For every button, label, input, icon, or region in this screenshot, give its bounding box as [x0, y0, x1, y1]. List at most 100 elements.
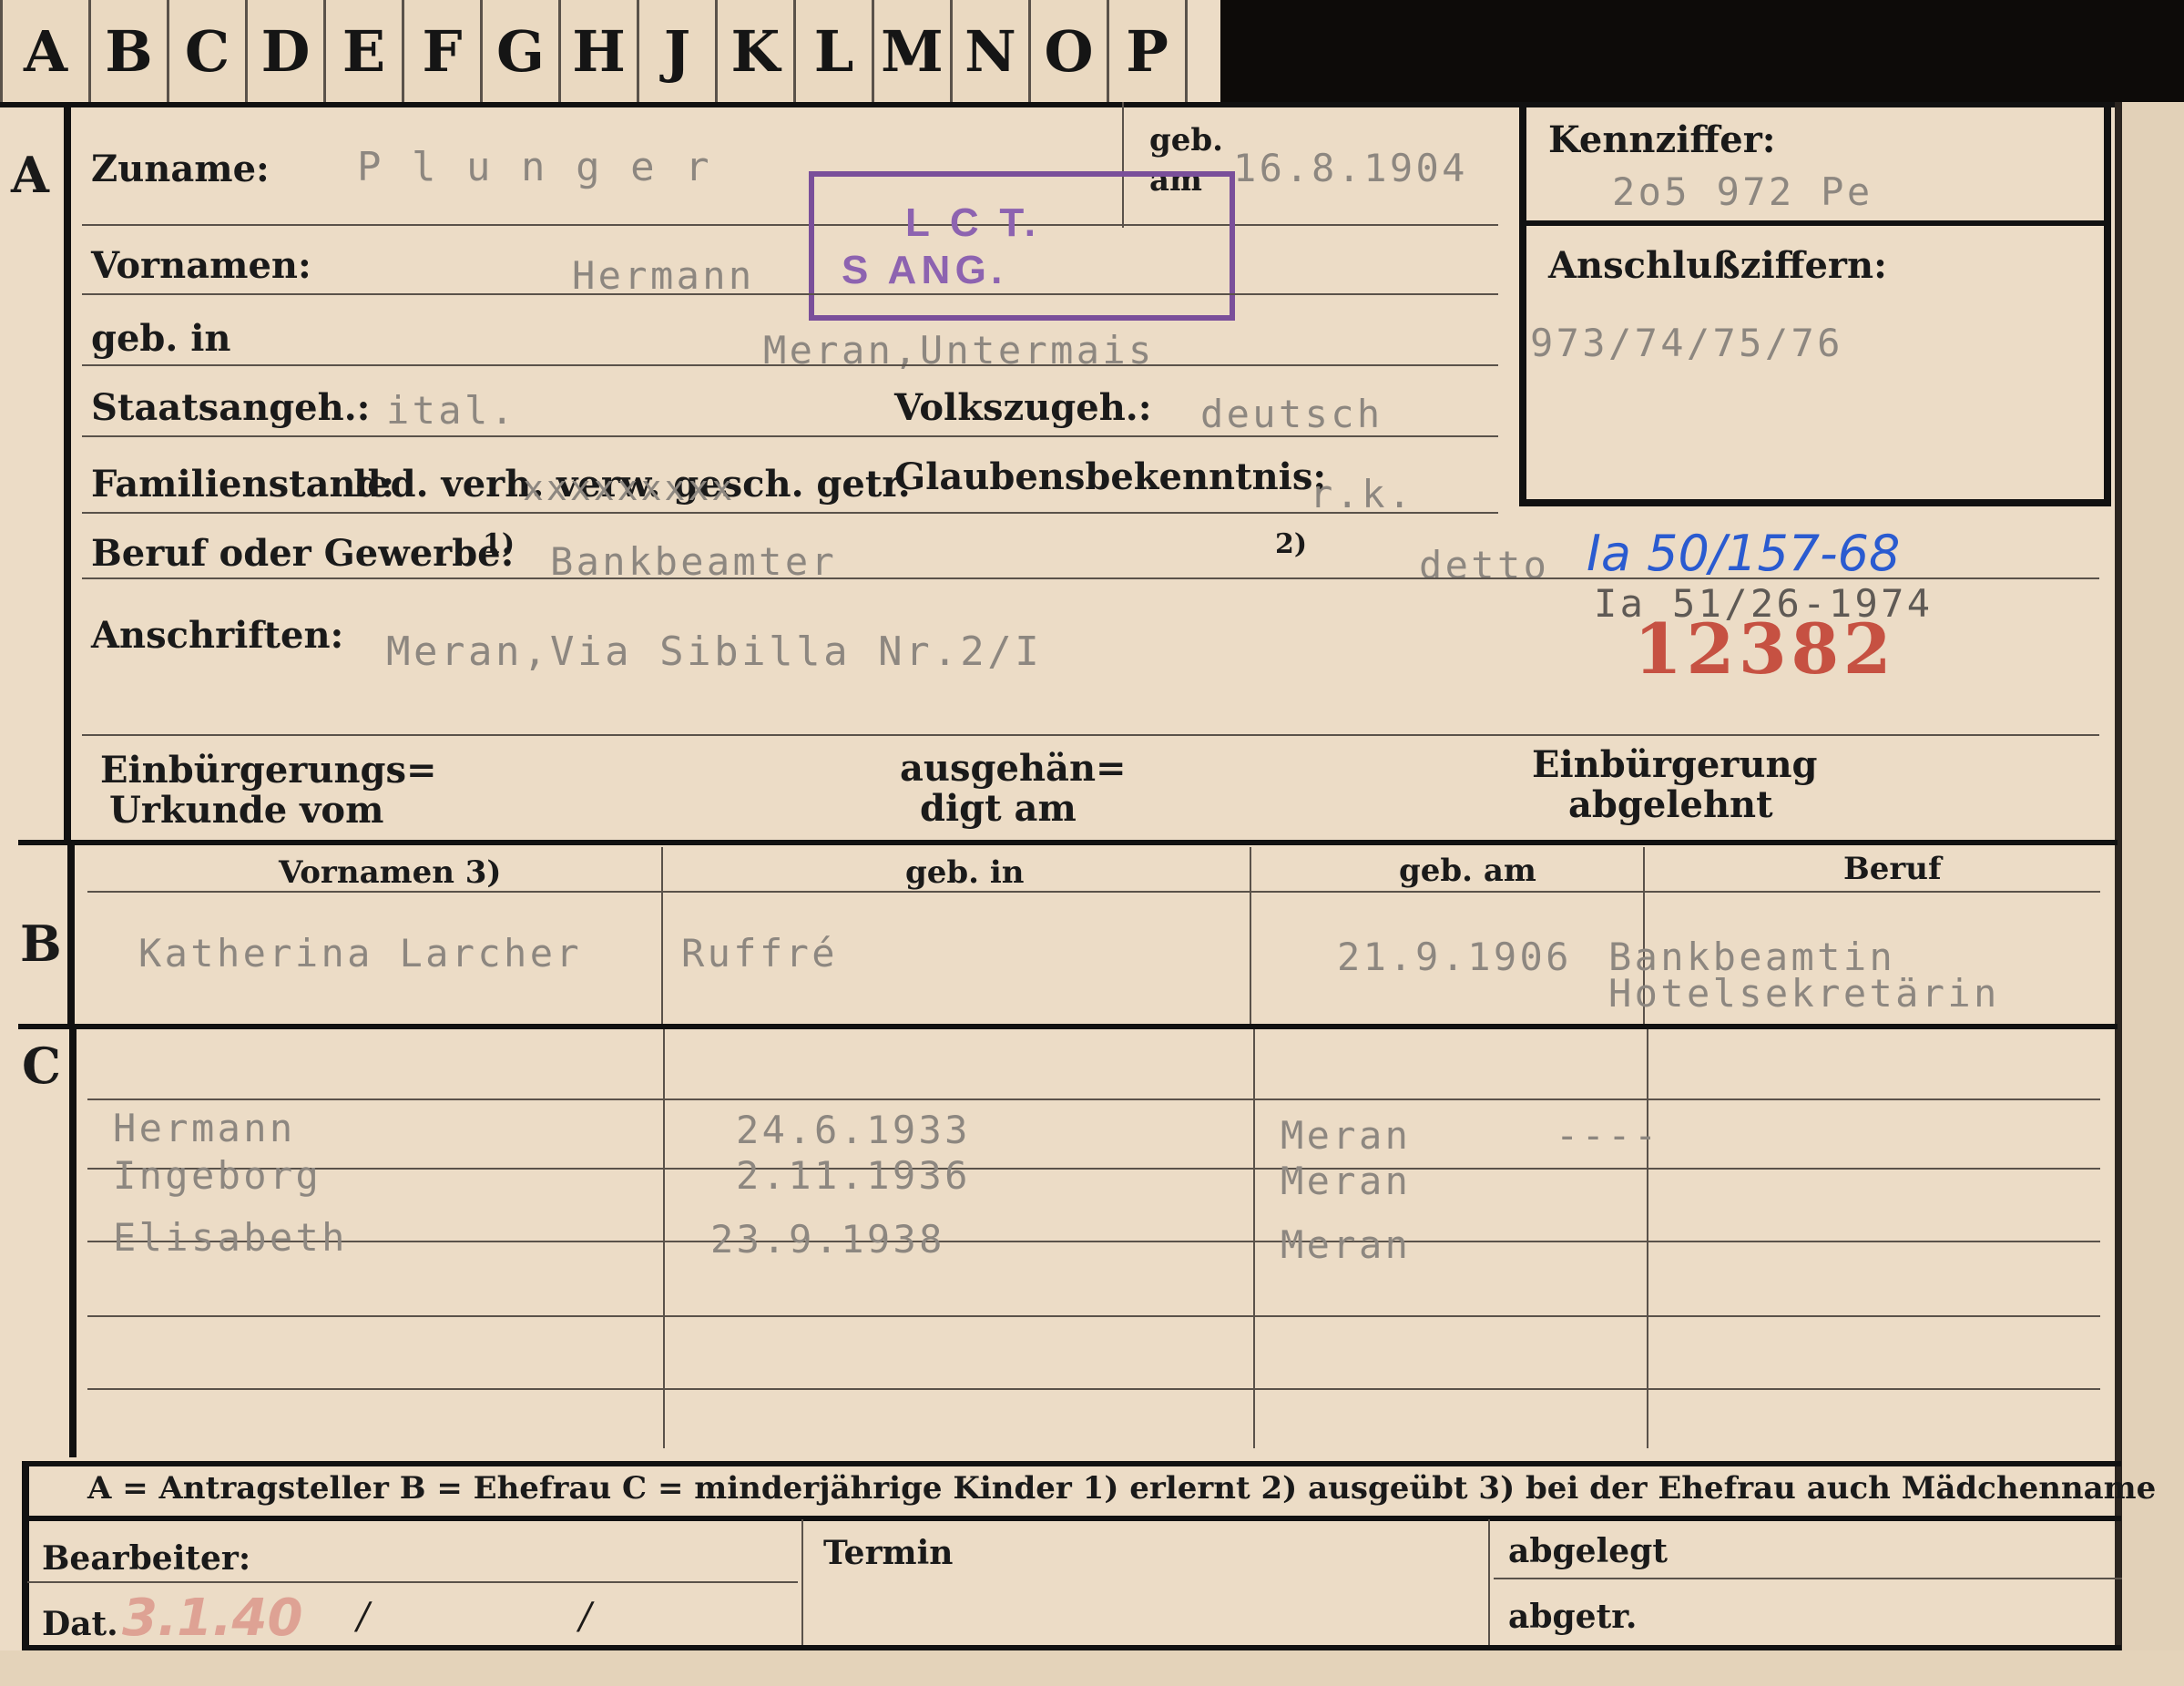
divider-b-1 [661, 847, 663, 1029]
birthplace-label: geb. in [91, 317, 231, 360]
line-row2 [82, 293, 1498, 295]
section-c-left [69, 1029, 77, 1457]
divider-c-3 [1647, 1029, 1648, 1448]
child-3-place: Meran [1281, 1222, 1412, 1267]
rejected-label-1: Einbürgerung [1532, 743, 1818, 786]
tab-letter-d[interactable]: D [248, 0, 326, 102]
date-handwritten: 3.1.40 [122, 1589, 303, 1648]
tab-letter-c[interactable]: C [169, 0, 248, 102]
child-2-place: Meran [1281, 1159, 1412, 1203]
line-row6 [82, 577, 2099, 579]
marital-overstrike: xxxxxxxxx [523, 468, 736, 508]
stamp-line-1: L C T. [905, 200, 1041, 245]
filed-label: abgelegt [1508, 1532, 1668, 1570]
connect-value: 973/74/75/76 [1530, 321, 1843, 365]
divider-b-2 [1250, 847, 1251, 1029]
processor-label: Bearbeiter: [42, 1539, 251, 1578]
surname-label: Zuname: [91, 148, 270, 190]
header-birthdate: geb. am [1399, 853, 1536, 889]
tab-letter-j[interactable]: J [639, 0, 718, 102]
citizenship-value: ital. [386, 388, 517, 433]
tab-letter-a[interactable]: A [0, 0, 91, 102]
line-c-2 [87, 1168, 2100, 1170]
header-firstname: Vornamen 3) [279, 854, 502, 891]
card-bottom-edge [0, 1650, 2184, 1686]
handed-label-2: digt am [920, 787, 1077, 830]
section-b-marker: B [20, 915, 62, 973]
footer-left [22, 1461, 29, 1652]
ethnicity-value: deutsch [1200, 392, 1383, 436]
firstname-label: Vornamen: [91, 244, 311, 287]
wife-birthdate: 21.9.1906 [1337, 935, 1572, 979]
date-label: Dat. [42, 1605, 118, 1643]
frame-left-a [64, 107, 71, 845]
child-1-name: Hermann [113, 1106, 296, 1150]
violet-stamp: L C T. S ANG. [809, 171, 1235, 321]
wife-birthplace: Ruffré [681, 931, 838, 976]
tab-letter-k[interactable]: K [718, 0, 796, 102]
line-row3 [82, 364, 1498, 366]
line-filed [1494, 1578, 2122, 1579]
section-b-left [67, 845, 75, 1027]
divider-c-1 [663, 1029, 665, 1448]
profession-label: Beruf oder Gewerbe: [91, 532, 515, 575]
tab-letter-h[interactable]: H [561, 0, 639, 102]
line-row7 [82, 734, 2099, 736]
tab-letter-g[interactable]: G [483, 0, 561, 102]
tab-letter-p[interactable]: P [1109, 0, 1188, 102]
footer-divider-1 [801, 1519, 803, 1647]
tab-letter-l[interactable]: L [796, 0, 874, 102]
line-processor [27, 1581, 798, 1583]
registration-card: ABCDEFGHJKLMNOP A Zuname: P l u n g e r … [0, 0, 2184, 1686]
tab-letter-o[interactable]: O [1031, 0, 1109, 102]
alphabet-tabs: ABCDEFGHJKLMNOP [0, 0, 1220, 102]
red-number-stamp: 12382 [1634, 608, 1896, 690]
naturalization-cert-label-1: Einbürgerungs= [100, 749, 437, 792]
section-c-top [18, 1024, 2118, 1029]
date-slash-1: / [357, 1596, 370, 1638]
background-dark [1220, 0, 2184, 102]
profession-practiced: detto [1419, 543, 1550, 588]
line-c-3 [87, 1241, 2100, 1242]
line-row5 [82, 512, 1498, 514]
firstname-value: Hermann [572, 253, 755, 298]
child-2-name: Ingeborg [113, 1153, 322, 1198]
line-c-5 [87, 1388, 2100, 1390]
legend-bottom [22, 1516, 2121, 1521]
header-job: Beruf [1843, 851, 1942, 887]
child-1-place: Meran [1281, 1113, 1412, 1158]
marital-label: Familienstand: [91, 463, 395, 506]
surname-value: P l u n g e r [357, 144, 713, 190]
line-c-1 [87, 1098, 2100, 1100]
religion-label: Glaubensbekenntnis: [894, 455, 1327, 498]
naturalization-cert-label-2: Urkunde vom [109, 789, 384, 832]
ethnicity-label: Volkszugeh.: [894, 386, 1152, 429]
id-box-left [1519, 107, 1526, 506]
file-ref-handwritten: Ia 50/157-68 [1587, 525, 1901, 582]
address-label: Anschriften: [91, 614, 344, 657]
child-3-date: 23.9.1938 [710, 1217, 945, 1262]
tab-letter-e[interactable]: E [326, 0, 404, 102]
footer-divider-2 [1488, 1519, 1490, 1647]
citizenship-label: Staatsangeh.: [91, 386, 371, 429]
section-c-marker: C [22, 1037, 61, 1095]
card-edge [2122, 102, 2184, 1686]
child-2-date: 2.11.1936 [736, 1153, 971, 1198]
line-row1 [82, 224, 1498, 226]
tab-letter-f[interactable]: F [404, 0, 483, 102]
child-1-date: 24.6.1933 [736, 1108, 971, 1152]
frame-right [2115, 102, 2122, 1650]
line-row4 [82, 435, 1498, 437]
legend-top [22, 1461, 2121, 1466]
sent-label: abgetr. [1508, 1598, 1638, 1636]
stamp-line-2: S ANG. [842, 248, 1007, 292]
line-b-header [87, 891, 2100, 893]
tab-letter-n[interactable]: N [953, 0, 1031, 102]
term-label: Termin [823, 1534, 954, 1572]
religion-value: r.k. [1310, 472, 1414, 516]
child-1-extra: ---- [1556, 1113, 1660, 1158]
section-b-top [18, 840, 2118, 845]
profession-note-1: 1) [483, 528, 515, 560]
tab-letter-b[interactable]: B [91, 0, 169, 102]
tab-letter-m[interactable]: M [874, 0, 953, 102]
